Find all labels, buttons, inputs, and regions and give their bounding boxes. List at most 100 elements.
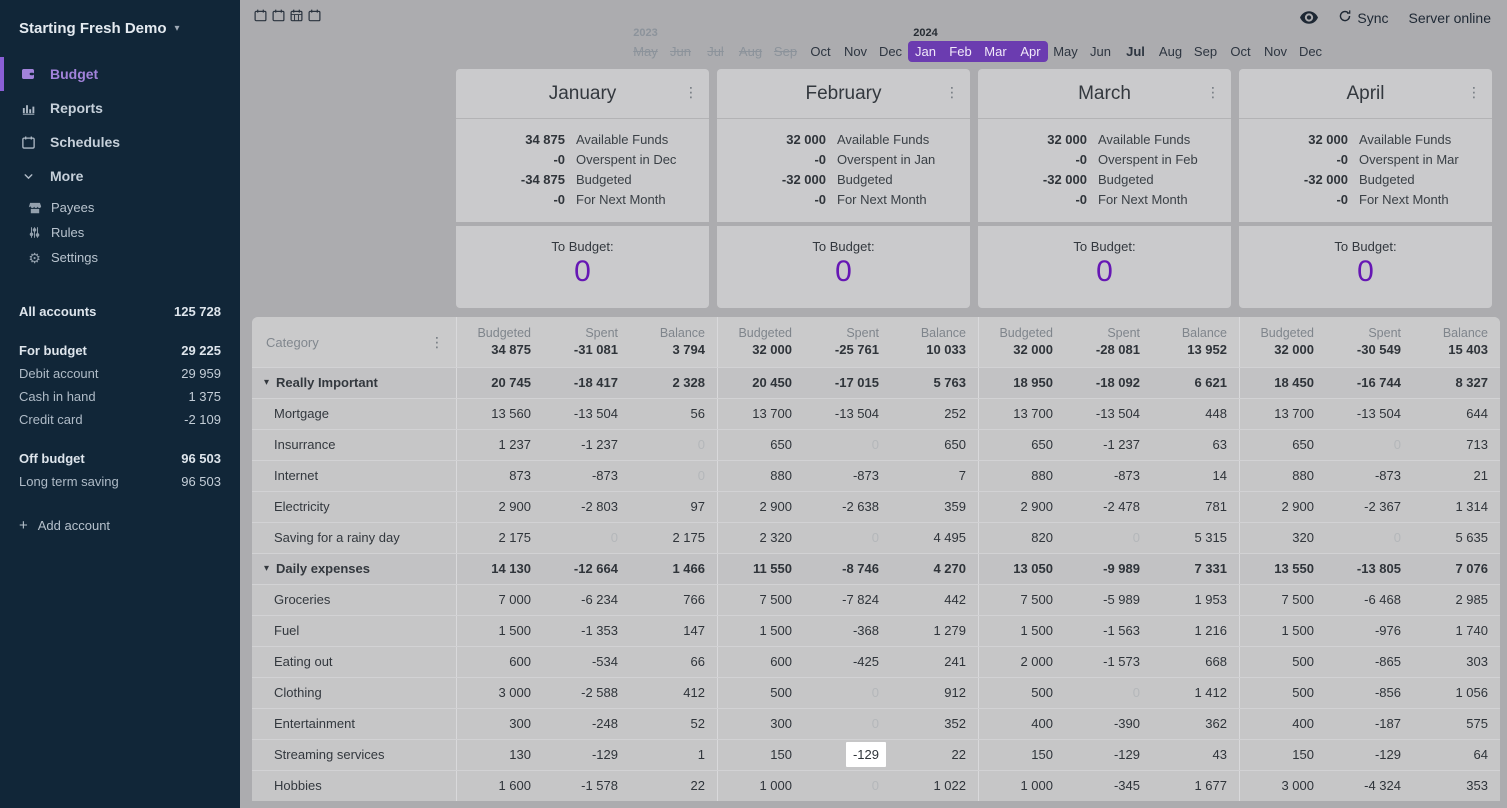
budget-cell[interactable]: 64 xyxy=(1413,740,1500,770)
category-name[interactable]: Clothing xyxy=(252,678,456,708)
budget-cell[interactable]: 2 175 xyxy=(630,523,717,553)
budget-cell[interactable]: -865 xyxy=(1326,647,1413,677)
budget-cell[interactable]: 20 745 xyxy=(456,368,543,398)
budget-cell[interactable]: -873 xyxy=(804,461,891,491)
budget-cell[interactable]: 2 985 xyxy=(1413,585,1500,615)
budget-cell[interactable]: 11 550 xyxy=(717,554,804,584)
budget-cell[interactable]: 0 xyxy=(1065,678,1152,708)
to-budget-value[interactable]: 0 xyxy=(1096,255,1113,289)
category-name[interactable]: Eating out xyxy=(252,647,456,677)
budget-cell[interactable]: 500 xyxy=(1239,678,1326,708)
budget-cell[interactable]: 448 xyxy=(1152,399,1239,429)
budget-cell[interactable]: 0 xyxy=(804,523,891,553)
budget-cell[interactable]: 5 763 xyxy=(891,368,978,398)
budget-cell[interactable]: 5 635 xyxy=(1413,523,1500,553)
sidebar-item-settings[interactable]: ⚙Settings xyxy=(0,245,240,270)
budget-cell[interactable]: 1 677 xyxy=(1152,771,1239,801)
budget-cell[interactable]: 400 xyxy=(978,709,1065,739)
budget-cell[interactable]: -13 805 xyxy=(1326,554,1413,584)
budget-cell[interactable]: 56 xyxy=(630,399,717,429)
timeline-month-jul[interactable]: Jul xyxy=(1118,26,1153,62)
budget-cell[interactable]: 6 621 xyxy=(1152,368,1239,398)
budget-cell[interactable]: 500 xyxy=(978,678,1065,708)
budget-cell[interactable]: 66 xyxy=(630,647,717,677)
timeline-month-2023may[interactable]: 2023May xyxy=(628,26,663,62)
budget-cell[interactable]: 575 xyxy=(1413,709,1500,739)
budget-cell[interactable]: 52 xyxy=(630,709,717,739)
budget-cell[interactable]: -390 xyxy=(1065,709,1152,739)
budget-cell[interactable]: 1 279 xyxy=(891,616,978,646)
budget-cell[interactable]: 7 331 xyxy=(1152,554,1239,584)
budget-cell[interactable]: 353 xyxy=(1413,771,1500,801)
budget-cell[interactable]: 650 xyxy=(978,430,1065,460)
category-name[interactable]: Fuel xyxy=(252,616,456,646)
budget-cell[interactable]: 13 700 xyxy=(978,399,1065,429)
timeline-month-dec[interactable]: Dec xyxy=(873,26,908,62)
budget-cell[interactable]: -1 573 xyxy=(1065,647,1152,677)
budget-cell[interactable]: 4 495 xyxy=(891,523,978,553)
budget-cell[interactable]: 1 216 xyxy=(1152,616,1239,646)
timeline-month-mar[interactable]: Mar xyxy=(978,26,1013,62)
budget-cell[interactable]: 766 xyxy=(630,585,717,615)
calendar-view-3-icon[interactable] xyxy=(290,9,303,22)
budget-cell[interactable]: 7 500 xyxy=(978,585,1065,615)
budget-cell[interactable]: 880 xyxy=(1239,461,1326,491)
budget-cell[interactable]: -534 xyxy=(543,647,630,677)
budget-cell[interactable]: 7 076 xyxy=(1413,554,1500,584)
budget-cell[interactable]: 1 500 xyxy=(978,616,1065,646)
budget-cell[interactable]: 2 900 xyxy=(717,492,804,522)
eye-icon[interactable] xyxy=(1300,11,1318,24)
sidebar-item-more[interactable]: More xyxy=(0,159,240,193)
budget-cell[interactable]: 2 900 xyxy=(456,492,543,522)
budget-cell[interactable]: 0 xyxy=(630,430,717,460)
budget-cell[interactable]: 1 500 xyxy=(1239,616,1326,646)
category-name[interactable]: Internet xyxy=(252,461,456,491)
account-row-off-budget[interactable]: Off budget96 503 xyxy=(19,447,221,470)
budget-cell[interactable]: 0 xyxy=(804,678,891,708)
budget-cell[interactable]: 500 xyxy=(1239,647,1326,677)
budget-cell[interactable]: 252 xyxy=(891,399,978,429)
budget-cell[interactable]: -17 015 xyxy=(804,368,891,398)
timeline-month-aug[interactable]: Aug xyxy=(733,26,768,62)
budget-cell[interactable]: 7 500 xyxy=(1239,585,1326,615)
month-menu-icon[interactable]: ⋮ xyxy=(1206,84,1220,101)
budget-cell[interactable]: -4 324 xyxy=(1326,771,1413,801)
budget-cell[interactable]: -6 468 xyxy=(1326,585,1413,615)
budget-cell[interactable]: -2 367 xyxy=(1326,492,1413,522)
budget-cell[interactable]: -129 xyxy=(1326,740,1413,770)
collapse-triangle-icon[interactable]: ▾ xyxy=(264,368,269,398)
budget-cell[interactable]: -18 417 xyxy=(543,368,630,398)
budget-cell[interactable]: -1 563 xyxy=(1065,616,1152,646)
budget-cell[interactable]: 1 237 xyxy=(456,430,543,460)
account-row-for-budget[interactable]: For budget29 225 xyxy=(19,339,221,362)
budget-cell[interactable]: -6 234 xyxy=(543,585,630,615)
timeline-month-nov[interactable]: Nov xyxy=(838,26,873,62)
budget-cell[interactable]: 912 xyxy=(891,678,978,708)
category-name[interactable]: Hobbies xyxy=(252,771,456,801)
budget-cell[interactable]: 13 700 xyxy=(717,399,804,429)
sync-button[interactable]: Sync xyxy=(1338,9,1388,26)
budget-cell[interactable]: -13 504 xyxy=(1326,399,1413,429)
budget-cell[interactable]: 442 xyxy=(891,585,978,615)
budget-cell[interactable]: 22 xyxy=(630,771,717,801)
budget-cell[interactable]: 3 000 xyxy=(456,678,543,708)
budget-cell[interactable]: 873 xyxy=(456,461,543,491)
budget-cell[interactable]: -5 989 xyxy=(1065,585,1152,615)
timeline-month-oct[interactable]: Oct xyxy=(1223,26,1258,62)
budget-cell[interactable]: -1 237 xyxy=(543,430,630,460)
sidebar-item-reports[interactable]: Reports xyxy=(0,91,240,125)
budget-cell[interactable]: 0 xyxy=(630,461,717,491)
budget-cell[interactable]: 4 270 xyxy=(891,554,978,584)
budget-cell[interactable]: 2 328 xyxy=(630,368,717,398)
timeline-month-nov[interactable]: Nov xyxy=(1258,26,1293,62)
timeline-month-2024jan[interactable]: 2024Jan xyxy=(908,26,943,62)
budget-cell[interactable]: 22 xyxy=(891,740,978,770)
budget-cell[interactable]: 3 000 xyxy=(1239,771,1326,801)
budget-cell[interactable]: 13 550 xyxy=(1239,554,1326,584)
budget-cell[interactable]: 5 315 xyxy=(1152,523,1239,553)
budget-cell[interactable]: 97 xyxy=(630,492,717,522)
category-name[interactable]: Insurrance xyxy=(252,430,456,460)
timeline-month-jul[interactable]: Jul xyxy=(698,26,733,62)
timeline-month-dec[interactable]: Dec xyxy=(1293,26,1328,62)
category-name[interactable]: ▾Really Important xyxy=(252,368,456,398)
